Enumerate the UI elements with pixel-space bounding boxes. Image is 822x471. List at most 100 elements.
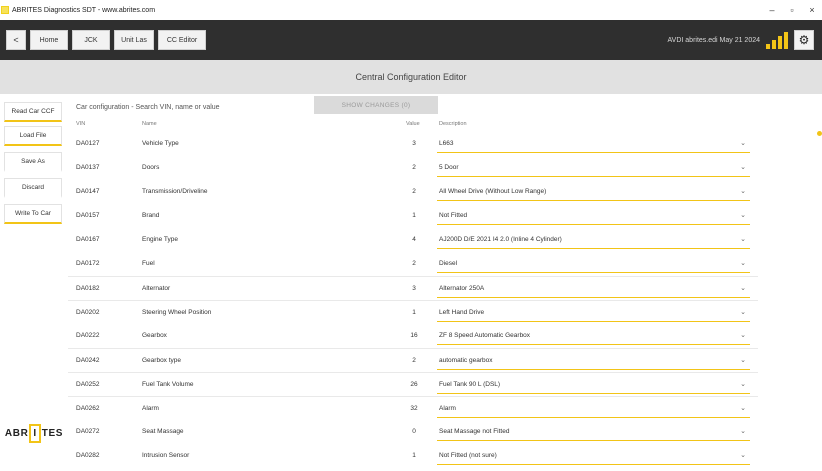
row-value: 1 (412, 452, 416, 459)
maximize-button[interactable]: ▫ (782, 5, 802, 15)
column-vin: VIN (76, 121, 86, 127)
page-title: Central Configuration Editor (355, 72, 467, 82)
row-name: Steering Wheel Position (142, 309, 212, 316)
row-select[interactable]: All Wheel Drive (Without Low Range) ⌄ (437, 183, 750, 201)
row-select[interactable]: Diesel ⌄ (437, 255, 750, 273)
logo-letter: S (55, 427, 64, 439)
chevron-down-icon: ⌄ (740, 212, 746, 219)
title-bar: ABRITES Diagnostics SDT - www.abrites.co… (0, 0, 822, 20)
column-description: Description (439, 121, 467, 127)
row-name: Brand (142, 212, 160, 219)
row-name: Fuel (142, 260, 155, 267)
column-name: Name (142, 121, 157, 127)
table-row: DA0282 Intrusion Sensor 1 Not Fitted (not s… (68, 444, 758, 468)
sidebar: Read Car CCF Load File Save As Discard W… (0, 94, 68, 471)
row-value: 2 (412, 260, 416, 267)
table-row: DA0127 Vehicle Type 3 L663 ⌄ (68, 132, 758, 156)
chevron-down-icon: ⌄ (740, 285, 746, 292)
unitlas-button[interactable]: Unit Las (114, 30, 154, 50)
row-name: Transmission/Driveline (142, 188, 208, 195)
scrollbar-thumb[interactable] (817, 131, 822, 136)
search-input[interactable]: Car configuration - Search VIN, name or … (76, 100, 220, 114)
settings-gear-icon[interactable]: ⚙ (794, 30, 814, 50)
row-selected-option: All Wheel Drive (Without Low Range) (439, 188, 547, 195)
row-select[interactable]: L663 ⌄ (437, 135, 750, 153)
row-select[interactable]: Not Fitted (not sure) ⌄ (437, 447, 750, 465)
row-selected-option: Seat Massage not Fitted (439, 428, 510, 435)
row-selected-option: Alarm (439, 405, 456, 412)
row-vin: DA0272 (76, 428, 100, 435)
row-selected-option: automatic gearbox (439, 357, 493, 364)
row-value: 1 (412, 309, 416, 316)
jck-button[interactable]: JCK (72, 30, 110, 50)
chevron-down-icon: ⌄ (740, 405, 746, 412)
app-icon (1, 6, 9, 14)
discard-button[interactable]: Discard (4, 178, 62, 198)
table-row: DA0172 Fuel 2 Diesel ⌄ (68, 252, 758, 276)
table-row: DA0147 Transmission/Driveline 2 All Wheel D… (68, 180, 758, 204)
row-vin: DA0157 (76, 212, 100, 219)
table-row: DA0157 Brand 1 Not Fitted ⌄ (68, 204, 758, 228)
chevron-down-icon: ⌄ (740, 236, 746, 243)
row-name: Doors (142, 164, 160, 171)
row-select[interactable]: automatic gearbox ⌄ (437, 352, 750, 370)
row-name: Gearbox (142, 332, 167, 339)
row-value: 2 (412, 164, 416, 171)
abrites-logo: A B R I T E S (4, 421, 64, 445)
chevron-down-icon: ⌄ (740, 452, 746, 459)
load-file-button[interactable]: Load File (4, 126, 62, 146)
back-button[interactable]: < (6, 30, 26, 50)
chevron-down-icon: ⌄ (740, 164, 746, 171)
show-changes-button[interactable]: SHOW CHANGES (0) (314, 96, 438, 114)
signal-bar-1 (766, 44, 770, 49)
row-value: 26 (410, 381, 418, 388)
row-name: Intrusion Sensor (142, 452, 190, 459)
table-row: DA0252 Fuel Tank Volume 26 Fuel Tank 90 L (… (68, 372, 758, 396)
signal-bar-4 (784, 32, 788, 49)
row-select[interactable]: Seat Massage not Fitted ⌄ (437, 423, 750, 441)
row-select[interactable]: AJ200D D/E 2021 I4 2.0 (Inline 4 Cylinde… (437, 231, 750, 249)
row-select[interactable]: ZF 8 Speed Automatic Gearbox ⌄ (437, 327, 750, 345)
row-vin: DA0167 (76, 236, 100, 243)
row-selected-option: Diesel (439, 260, 458, 267)
row-name: Alarm (142, 405, 159, 412)
table-row: DA0222 Gearbox 16 ZF 8 Speed Automatic Gear… (68, 324, 758, 348)
row-value: 3 (412, 285, 416, 292)
page-header: Central Configuration Editor (0, 60, 822, 94)
row-select[interactable]: Alternator 250A ⌄ (437, 280, 750, 298)
row-vin: DA0252 (76, 381, 100, 388)
read-car-ccf-button[interactable]: Read Car CCF (4, 102, 62, 122)
cc-editor-button[interactable]: CC Editor (158, 30, 206, 50)
chevron-down-icon: ⌄ (740, 381, 746, 388)
logo-letter-boxed: I (29, 423, 41, 443)
row-select[interactable]: 5 Door ⌄ (437, 159, 750, 177)
table-row: DA0272 Seat Massage 0 Seat Massage not Fitt… (68, 420, 758, 444)
row-value: 4 (412, 236, 416, 243)
row-select[interactable]: Fuel Tank 90 L (DSL) ⌄ (437, 376, 750, 394)
row-value: 0 (412, 428, 416, 435)
main-content: Car configuration - Search VIN, name or … (68, 94, 822, 471)
row-name: Vehicle Type (142, 140, 179, 147)
row-select[interactable]: Not Fitted ⌄ (437, 207, 750, 225)
write-to-car-button[interactable]: Write To Car (4, 204, 62, 224)
chevron-down-icon: ⌄ (740, 140, 746, 147)
close-button[interactable]: × (802, 5, 822, 15)
row-value: 3 (412, 140, 416, 147)
home-button[interactable]: Home (30, 30, 68, 50)
row-selected-option: Alternator 250A (439, 285, 485, 292)
column-value: Value (406, 121, 420, 127)
row-vin: DA0262 (76, 405, 100, 412)
row-select[interactable]: Alarm ⌄ (437, 400, 750, 418)
row-select[interactable]: Left Hand Drive ⌄ (437, 304, 750, 322)
table-row: DA0242 Gearbox type 2 automatic gearbox ⌄ (68, 348, 758, 372)
signal-icon (766, 31, 788, 49)
row-name: Fuel Tank Volume (142, 381, 194, 388)
row-name: Gearbox type (142, 357, 182, 364)
table-row: DA0167 Engine Type 4 AJ200D D/E 2021 I4 2.0… (68, 228, 758, 252)
row-vin: DA0202 (76, 309, 100, 316)
logo-letter: A (4, 427, 13, 439)
save-as-button[interactable]: Save As (4, 152, 62, 172)
minimize-button[interactable]: – (762, 5, 782, 15)
chevron-down-icon: ⌄ (740, 332, 746, 339)
search-label: Car configuration - Search VIN, name or … (76, 103, 220, 111)
